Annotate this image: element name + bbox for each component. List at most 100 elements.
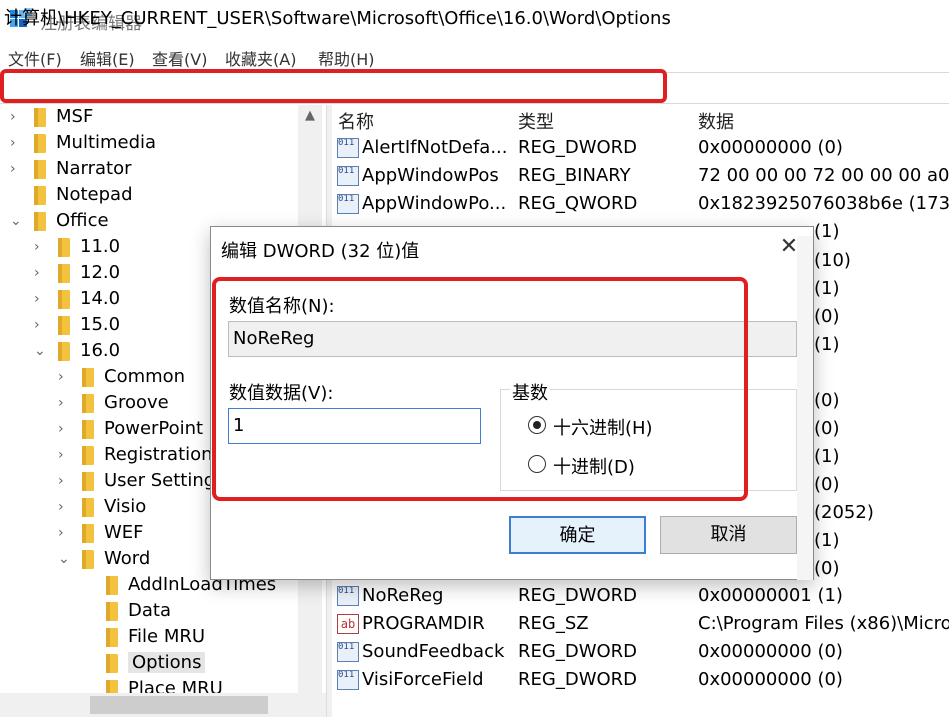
tree-item[interactable]: › MSF: [0, 105, 298, 131]
tree-item[interactable]: › Narrator: [0, 157, 298, 183]
tree-item[interactable]: Data: [0, 599, 298, 625]
obscured-value-data: (10): [814, 250, 851, 271]
tree-item-label: PowerPoint: [104, 418, 204, 439]
folder-icon: [82, 498, 94, 517]
menu-bar: 文件(F) 编辑(E) 查看(V) 收藏夹(A) 帮助(H): [0, 42, 949, 70]
tree-item-label: Visio: [104, 496, 147, 517]
value-type: REG_SZ: [518, 613, 589, 634]
tree-item-label: Narrator: [56, 158, 132, 179]
menu-favorites[interactable]: 收藏夹(A): [225, 46, 296, 70]
ok-button[interactable]: 确定: [509, 516, 646, 554]
folder-icon: [82, 524, 94, 543]
value-type: REG_DWORD: [518, 585, 638, 606]
value-row[interactable]: 011 110NoReReg REG_DWORD 0x00000001 (1): [332, 583, 949, 611]
menu-file[interactable]: 文件(F): [8, 46, 62, 70]
chevron-right-icon[interactable]: ›: [58, 524, 72, 542]
chevron-down-icon[interactable]: ⌄: [58, 550, 72, 568]
folder-icon: [34, 108, 46, 127]
folder-icon: [106, 628, 118, 647]
scroll-up-arrow-icon[interactable]: ▲: [298, 108, 322, 130]
tree-item-label: Groove: [104, 392, 169, 413]
chevron-right-icon[interactable]: ›: [10, 160, 24, 178]
folder-icon: [82, 472, 94, 491]
value-data: 0x00000000 (0): [698, 669, 843, 690]
column-header-type[interactable]: 类型: [518, 108, 554, 134]
value-name: NoReReg: [362, 585, 444, 606]
value-row[interactable]: 011 110AppWindowPos REG_BINARY 72 00 00 00…: [332, 163, 949, 191]
obscured-value-data: (1): [814, 530, 840, 551]
background-list-scrollbar[interactable]: [797, 236, 813, 580]
cancel-button[interactable]: 取消: [660, 516, 797, 554]
value-row[interactable]: 011 110AlertIfNotDefa... REG_DWORD 0x00000…: [332, 135, 949, 163]
chevron-down-icon[interactable]: ⌄: [10, 212, 24, 230]
value-data: 0x00000001 (1): [698, 585, 843, 606]
folder-icon: [106, 602, 118, 621]
tree-item-label: Common: [104, 366, 186, 387]
tree-horizontal-scroll-thumb[interactable]: [90, 696, 268, 714]
folder-icon: [82, 420, 94, 439]
tree-item[interactable]: Options: [0, 651, 298, 677]
folder-icon: [58, 290, 70, 309]
binary-value-icon: 011 110: [337, 586, 359, 606]
chevron-right-icon[interactable]: ›: [58, 368, 72, 386]
tree-item[interactable]: › Multimedia: [0, 131, 298, 157]
chevron-right-icon[interactable]: ›: [34, 238, 48, 256]
menu-help[interactable]: 帮助(H): [318, 46, 375, 70]
tree-item-label: Options: [128, 652, 206, 673]
folder-icon: [58, 342, 70, 361]
obscured-value-data: (0): [814, 306, 840, 327]
menu-edit[interactable]: 编辑(E): [80, 46, 135, 70]
chevron-right-icon[interactable]: ›: [58, 446, 72, 464]
chevron-right-icon[interactable]: ›: [58, 472, 72, 490]
chevron-right-icon[interactable]: ›: [58, 394, 72, 412]
obscured-value-data: (2052): [814, 502, 874, 523]
binary-value-icon: 011 110: [337, 670, 359, 690]
value-row[interactable]: 011 110SoundFeedback REG_DWORD 0x00000000 …: [332, 639, 949, 667]
dialog-title: 编辑 DWORD (32 位)值: [221, 241, 420, 262]
tree-item-label: Data: [128, 600, 171, 621]
tree-item-label: Word: [104, 548, 151, 569]
value-data: 0x00000000 (0): [698, 137, 843, 158]
tree-item[interactable]: File MRU: [0, 625, 298, 651]
value-data: 0x00000000 (0): [698, 641, 843, 662]
tree-item-label: File MRU: [128, 626, 206, 647]
obscured-value-data: (1): [814, 446, 840, 467]
dialog-highlight-box: [212, 277, 748, 501]
tree-item-label: 15.0: [80, 314, 121, 335]
address-path[interactable]: 计算机\HKEY_CURRENT_USER\Software\Microsoft…: [4, 4, 671, 30]
value-row[interactable]: 011 110AppWindowPo... REG_QWORD 0x18239250…: [332, 191, 949, 219]
value-data: C:\Program Files (x86)\Micros: [698, 613, 949, 634]
chevron-right-icon[interactable]: ›: [34, 316, 48, 334]
chevron-right-icon[interactable]: ›: [10, 108, 24, 126]
chevron-right-icon[interactable]: ›: [10, 134, 24, 152]
menu-view[interactable]: 查看(V): [152, 46, 207, 70]
chevron-right-icon[interactable]: ›: [58, 498, 72, 516]
chevron-down-icon[interactable]: ⌄: [34, 342, 48, 360]
obscured-value-data: (0): [814, 558, 840, 579]
value-row[interactable]: 011 110VisiForceField REG_DWORD 0x00000000…: [332, 667, 949, 695]
binary-value-icon: 011 110: [337, 642, 359, 662]
binary-value-icon: 011 110: [337, 166, 359, 186]
tree-item-label: Registration: [104, 444, 213, 465]
column-header-name[interactable]: 名称: [338, 108, 374, 134]
string-value-icon: ab: [337, 614, 359, 634]
column-header-data[interactable]: 数据: [698, 108, 734, 134]
folder-icon: [58, 316, 70, 335]
value-name: VisiForceField: [362, 669, 484, 690]
chevron-right-icon[interactable]: ›: [34, 290, 48, 308]
value-type: REG_DWORD: [518, 641, 638, 662]
binary-value-icon: 011 110: [337, 194, 359, 214]
folder-icon: [58, 238, 70, 257]
tree-item-label: 14.0: [80, 288, 121, 309]
value-row[interactable]: ab PROGRAMDIR REG_SZ C:\Program Files (x86)…: [332, 611, 949, 639]
value-name: AlertIfNotDefa...: [362, 137, 506, 158]
binary-value-icon: 011 110: [337, 138, 359, 158]
obscured-value-data: (1): [814, 221, 840, 242]
chevron-right-icon[interactable]: ›: [34, 264, 48, 282]
obscured-value-data: (1): [814, 278, 840, 299]
value-name: PROGRAMDIR: [362, 613, 485, 634]
tree-item[interactable]: Notepad: [0, 183, 298, 209]
folder-icon: [34, 160, 46, 179]
chevron-right-icon[interactable]: ›: [58, 420, 72, 438]
folder-icon: [58, 264, 70, 283]
